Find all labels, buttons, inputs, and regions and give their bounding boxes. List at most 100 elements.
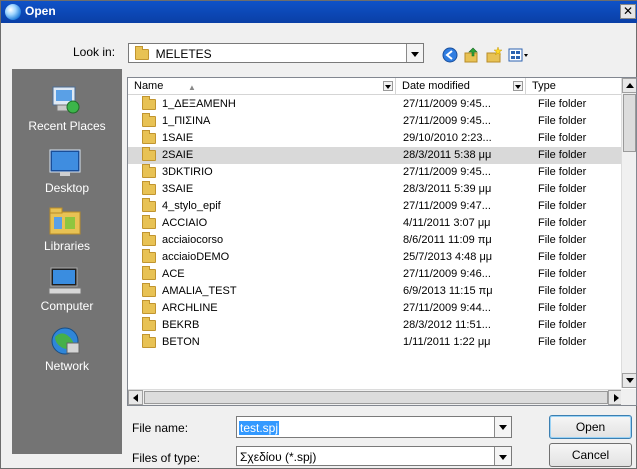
- computer-icon: [48, 267, 82, 295]
- folder-icon: [142, 232, 156, 246]
- type-cell: File folder: [538, 285, 587, 297]
- chevron-down-icon[interactable]: [406, 44, 423, 62]
- table-row[interactable]: 3SAIE 28/3/2011 5:39 μμ File folder: [128, 181, 623, 198]
- folder-icon: [142, 249, 156, 263]
- type-cell: File folder: [538, 200, 587, 212]
- file-type-select[interactable]: Σχεδίου (*.spj): [236, 446, 512, 466]
- file-name-cell: 1_ΠΙΣΙΝΑ: [142, 113, 392, 130]
- folder-icon: [142, 147, 156, 161]
- table-row[interactable]: acciaiocorso 8/6/2011 11:09 πμ File folder: [128, 232, 623, 249]
- folder-icon: [142, 283, 156, 297]
- table-row[interactable]: acciaioDEMO 25/7/2013 4:48 μμ File folder: [128, 249, 623, 266]
- folder-icon: [142, 181, 156, 195]
- date-modified-cell: 8/6/2011 11:09 πμ: [403, 234, 492, 246]
- desktop-icon: [49, 149, 81, 176]
- folder-icon: [142, 96, 156, 110]
- place-label: Network: [44, 359, 89, 373]
- scroll-down-button[interactable]: [622, 373, 636, 388]
- horizontal-scrollbar[interactable]: [128, 389, 623, 405]
- file-name-input[interactable]: test.spj: [236, 416, 512, 438]
- type-cell: File folder: [538, 268, 587, 280]
- table-row[interactable]: 1_ΠΙΣΙΝΑ 27/11/2009 9:45... File folder: [128, 113, 623, 130]
- file-type-value: Σχεδίου (*.spj): [240, 450, 317, 464]
- look-in-value: MELETES: [155, 47, 212, 61]
- up-folder-icon[interactable]: [464, 47, 480, 63]
- view-menu-icon[interactable]: [508, 47, 530, 63]
- recent-places-icon: [52, 86, 80, 114]
- open-button[interactable]: Open: [549, 415, 632, 439]
- column-filter-dropdown[interactable]: [383, 81, 393, 91]
- date-modified-cell: 27/11/2009 9:45...: [403, 166, 491, 178]
- place-recent-places[interactable]: Recent Places: [12, 75, 122, 143]
- file-name-cell: acciaioDEMO: [142, 249, 392, 266]
- date-modified-cell: 28/3/2012 11:51...: [403, 319, 491, 331]
- place-computer[interactable]: Computer: [12, 255, 122, 323]
- file-name-cell: 3DKTIRIO: [142, 164, 392, 181]
- vertical-scrollbar[interactable]: [621, 78, 636, 388]
- file-name-cell: 3SAIE: [142, 181, 392, 198]
- type-cell: File folder: [538, 319, 587, 331]
- file-name-cell: ACE: [142, 266, 392, 283]
- look-in-combo[interactable]: MELETES: [128, 43, 424, 63]
- scroll-thumb[interactable]: [144, 391, 608, 404]
- folder-icon: [142, 198, 156, 212]
- table-row[interactable]: ARCHLINE 27/11/2009 9:44... File folder: [128, 300, 623, 317]
- open-dialog: Open ✕ Look in: MELETES Recent Places De…: [0, 0, 637, 469]
- table-row[interactable]: 4_stylo_epif 27/11/2009 9:47... File folde…: [128, 198, 623, 215]
- table-row[interactable]: AMALIA_TEST 6/9/2013 11:15 πμ File folder: [128, 283, 623, 300]
- place-label: Libraries: [43, 239, 91, 253]
- app-icon: [5, 4, 21, 20]
- places-bar: Recent Places Desktop Libraries Computer…: [12, 69, 122, 454]
- date-modified-cell: 29/10/2010 2:23...: [403, 132, 492, 144]
- column-filter-dropdown[interactable]: [513, 81, 523, 91]
- file-name-cell: ARCHLINE: [142, 300, 392, 317]
- look-in-label: Look in:: [73, 45, 116, 59]
- type-cell: File folder: [538, 234, 587, 246]
- window-title: Open: [25, 4, 56, 18]
- close-button[interactable]: ✕: [620, 4, 636, 19]
- place-label: Computer: [40, 299, 94, 313]
- table-row[interactable]: 1SAIE 29/10/2010 2:23... File folder: [128, 130, 623, 147]
- column-header-type[interactable]: Type: [526, 78, 626, 95]
- table-row[interactable]: ACE 27/11/2009 9:46... File folder: [128, 266, 623, 283]
- folder-icon: [142, 300, 156, 314]
- column-header-date[interactable]: Date modified: [396, 78, 526, 95]
- libraries-icon: [49, 207, 81, 235]
- file-name-label: File name:: [132, 421, 189, 435]
- file-list[interactable]: Name ▲ Date modified Type 1_ΔΕΞΑΜΕΝΗ 27/1…: [127, 77, 637, 406]
- folder-icon: [142, 164, 156, 178]
- new-folder-icon[interactable]: [486, 47, 502, 63]
- back-icon[interactable]: [442, 47, 458, 63]
- title-bar[interactable]: Open ✕: [1, 1, 637, 23]
- chevron-down-icon[interactable]: [494, 417, 511, 437]
- date-modified-cell: 27/11/2009 9:45...: [403, 115, 491, 127]
- file-name-cell: ACCIAIO: [142, 215, 392, 232]
- scroll-up-button[interactable]: [622, 78, 636, 93]
- table-row[interactable]: ACCIAIO 4/11/2011 3:07 μμ File folder: [128, 215, 623, 232]
- place-label: Recent Places: [28, 119, 106, 133]
- place-libraries[interactable]: Libraries: [12, 195, 122, 263]
- column-header-name[interactable]: Name ▲: [128, 78, 396, 95]
- file-name-cell: BEKRB: [142, 317, 392, 334]
- folder-icon: [135, 46, 149, 61]
- scroll-thumb[interactable]: [623, 94, 636, 152]
- table-row[interactable]: BEKRB 28/3/2012 11:51... File folder: [128, 317, 623, 334]
- network-icon: [51, 327, 80, 355]
- table-row[interactable]: 2SAIE 28/3/2011 5:38 μμ File folder: [128, 147, 623, 164]
- table-row[interactable]: 1_ΔΕΞΑΜΕΝΗ 27/11/2009 9:45... File folder: [128, 96, 623, 113]
- cancel-button[interactable]: Cancel: [549, 443, 632, 467]
- type-cell: File folder: [538, 217, 587, 229]
- file-type-label: Files of type:: [132, 451, 201, 465]
- file-name-value: test.spj: [239, 421, 280, 435]
- folder-icon: [142, 266, 156, 280]
- place-network[interactable]: Network: [12, 315, 122, 383]
- table-row[interactable]: BETON 1/11/2011 1:22 μμ File folder: [128, 334, 623, 351]
- file-name-cell: BETON: [142, 334, 392, 351]
- sort-ascending-icon: ▲: [188, 83, 196, 92]
- date-modified-cell: 27/11/2009 9:47...: [403, 200, 491, 212]
- type-cell: File folder: [538, 183, 587, 195]
- table-row[interactable]: 3DKTIRIO 27/11/2009 9:45... File folder: [128, 164, 623, 181]
- chevron-down-icon[interactable]: [494, 447, 511, 465]
- scroll-left-button[interactable]: [128, 390, 143, 405]
- type-cell: File folder: [538, 149, 587, 161]
